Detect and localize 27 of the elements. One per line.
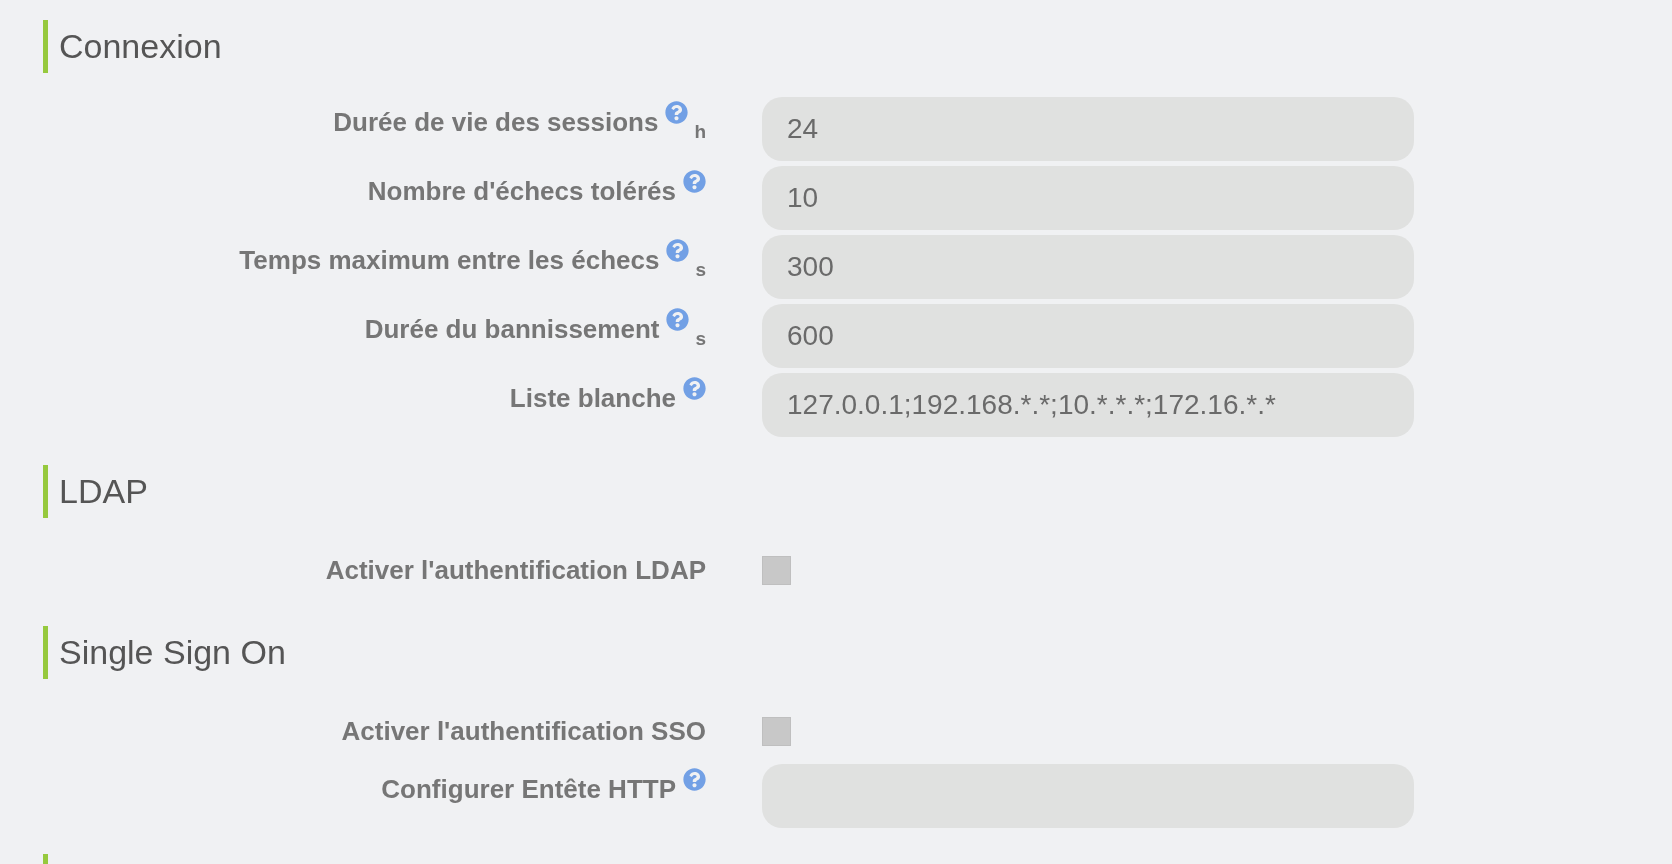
field-label: Durée du bannissement bbox=[364, 313, 660, 345]
field-label: Temps maximum entre les échecs bbox=[239, 244, 660, 276]
unit-label: s bbox=[695, 259, 706, 281]
checkbox[interactable] bbox=[762, 555, 791, 585]
help-icon[interactable] bbox=[666, 239, 690, 262]
text-field[interactable]: 24 bbox=[762, 97, 1414, 161]
field-label: Durée de vie des sessions bbox=[333, 106, 659, 138]
help-icon[interactable] bbox=[683, 377, 706, 400]
help-icon[interactable] bbox=[683, 768, 706, 791]
unit-label: h bbox=[694, 121, 706, 143]
field-label: Activer l'authentification LDAP bbox=[325, 554, 706, 586]
field-label: Liste blanche bbox=[509, 382, 676, 414]
text-field[interactable]: 300 bbox=[762, 235, 1414, 299]
text-field[interactable]: 600 bbox=[762, 304, 1414, 368]
unit-label: s bbox=[695, 328, 706, 350]
field-label: Activer l'authentification SSO bbox=[341, 715, 706, 747]
section-heading: Single Sign On bbox=[43, 626, 286, 679]
field-label: Configurer Entête HTTP bbox=[381, 773, 676, 805]
section-heading: LDAP bbox=[43, 465, 148, 518]
text-field[interactable]: 10 bbox=[762, 166, 1414, 230]
section-heading: Connexion bbox=[43, 20, 222, 73]
help-icon[interactable] bbox=[683, 170, 706, 193]
checkbox[interactable] bbox=[762, 716, 791, 746]
field-label: Nombre d'échecs tolérés bbox=[367, 175, 676, 207]
text-field[interactable]: 127.0.0.1;192.168.*.*;10.*.*.*;172.16.*.* bbox=[762, 373, 1414, 437]
help-icon[interactable] bbox=[665, 101, 689, 124]
help-icon[interactable] bbox=[666, 308, 690, 331]
